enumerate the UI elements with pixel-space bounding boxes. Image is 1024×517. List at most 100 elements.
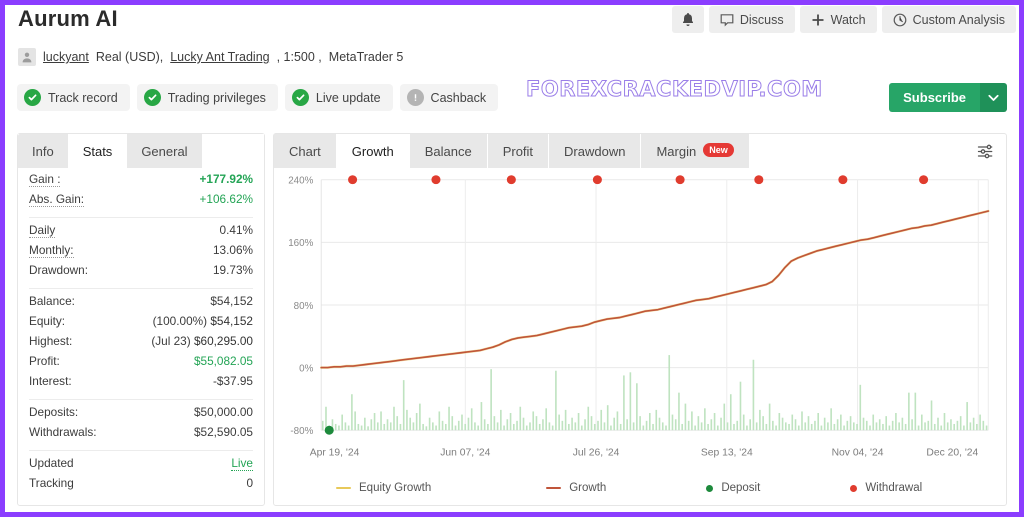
chart-bar [493,416,496,431]
chart-bar [580,425,583,431]
chart-bar [636,383,638,431]
clock-icon [893,13,907,27]
deposit-marker[interactable] [324,425,334,435]
subscribe-button[interactable]: Subscribe [889,83,1007,112]
y-tick-label: 240% [288,176,313,187]
chart-bar [979,414,981,431]
chart-bar [655,409,658,431]
chart-bar [674,419,677,431]
chart-bar [836,419,839,431]
chevron-down-icon[interactable] [980,83,1007,112]
discuss-button[interactable]: Discuss [708,6,795,33]
withdrawal-marker[interactable] [348,175,358,185]
legend-marker [546,487,562,489]
chart-bar [972,417,975,431]
legend-item-growth[interactable]: Growth [546,482,606,494]
stats-tab-info[interactable]: Info [18,134,69,168]
badge-live-update[interactable]: Live update [284,84,393,111]
badge-track-record[interactable]: Track record [17,84,130,111]
chart-bar [791,414,794,431]
chart-bar [639,416,641,431]
chart-bar [697,416,700,431]
stat-row: Equity: (100.00%) $54,152 [29,314,253,334]
stat-label[interactable]: Daily [29,223,56,238]
chart-bar [807,416,810,431]
chart-bar [454,425,457,431]
account-username-link[interactable]: luckyant [43,50,89,64]
chart-tab-growth[interactable]: Growth [336,134,410,168]
chart-tab-drawdown[interactable]: Drawdown [549,134,642,168]
legend-item-withdrawal[interactable]: Withdrawal [850,482,922,494]
x-tick-label: Nov 04, '24 [832,448,884,459]
withdrawal-marker[interactable] [592,175,602,185]
tab-label: General [141,143,188,159]
x-tick-label: Apr 19, '24 [310,448,360,459]
badge-cashback[interactable]: Cashback [399,84,499,111]
stat-label[interactable]: Monthly: [29,243,74,258]
legend-item-equity-growth[interactable]: Equity Growth [336,482,431,494]
chart-bar [846,420,849,431]
withdrawal-marker[interactable] [431,175,441,185]
custom-analysis-button[interactable]: Custom Analysis [881,6,1016,33]
chart-bar [882,423,884,431]
chart-bar [930,400,933,431]
badge-trading-privileges[interactable]: Trading privileges [136,84,278,111]
badge-label: Track record [48,90,118,105]
stat-label[interactable]: Gain : [29,172,61,187]
chart-bar [959,416,962,431]
chart-bar [927,420,930,431]
tab-label: Profit [502,143,534,159]
chart-tab-profit[interactable]: Profit [487,134,550,168]
chart-tab-chart[interactable]: Chart [274,134,337,168]
chart-bar [759,409,761,431]
stat-value[interactable]: Live [231,456,253,471]
chart-bar [451,416,454,431]
chart-bar [658,417,661,431]
withdrawal-marker[interactable] [506,175,516,185]
stat-row: Deposits: $50,000.00 [29,405,253,425]
stats-tabs: Info Stats General [18,134,264,168]
notifications-button[interactable] [671,6,704,33]
chart-tab-margin[interactable]: Margin New [641,134,750,168]
stat-value: (Jul 23) $60,295.00 [151,334,253,348]
chart-bar [448,406,450,431]
chart-bar [470,408,473,431]
y-tick-label: -80% [290,426,313,437]
stats-tab-stats[interactable]: Stats [68,134,128,168]
chart-bar [525,425,528,431]
chart-bar [419,403,421,431]
chart-bar [341,414,343,431]
chart-bar [956,420,959,431]
chart-bar [804,422,807,431]
chart-bar [742,414,745,431]
chart-legend: Equity Growth Growth Deposit Withdrawal [298,477,996,499]
chart-bar [558,414,560,431]
account-broker-link[interactable]: Lucky Ant Trading [170,50,269,64]
chart-bar [321,420,324,431]
live-link[interactable]: Live [231,456,253,471]
withdrawal-marker[interactable] [754,175,764,185]
chart-tab-balance[interactable]: Balance [409,134,488,168]
stat-value: (100.00%) $54,152 [152,314,253,328]
chart-bar [904,423,907,431]
stat-label: Highest: [29,334,73,348]
stat-row: Monthly: 13.06% [29,243,253,263]
watch-button[interactable]: Watch [799,6,877,33]
chart-bar [678,392,680,431]
chart-bar [461,414,463,431]
chart-bar [924,422,926,431]
chart-bar [801,411,803,431]
chart-bar [344,422,347,431]
chart-bar [393,406,395,431]
withdrawal-marker[interactable] [919,175,929,185]
chart-settings-button[interactable] [972,139,998,165]
stat-label[interactable]: Abs. Gain: [29,192,85,207]
chart-bar [943,413,946,431]
chart-bar [661,422,664,431]
stats-tab-general[interactable]: General [127,134,203,168]
withdrawal-marker[interactable] [675,175,685,185]
chart-bar [425,426,428,431]
chart-bar [577,413,580,431]
withdrawal-marker[interactable] [838,175,848,185]
legend-item-deposit[interactable]: Deposit [706,482,760,494]
